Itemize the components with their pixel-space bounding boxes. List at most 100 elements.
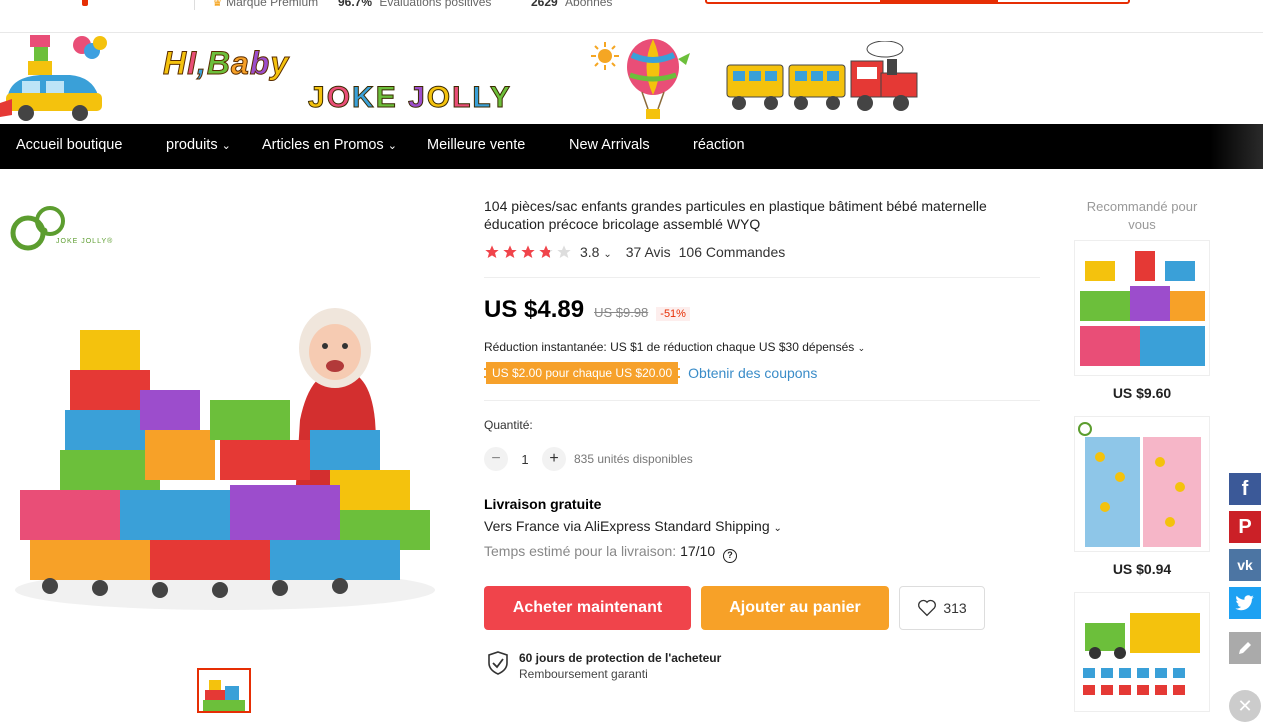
help-icon[interactable]: ?	[723, 549, 738, 563]
buy-now-button[interactable]: Acheter maintenant	[484, 586, 691, 630]
recommended-item[interactable]	[1074, 592, 1210, 712]
positive-feedback: 96.7% Évaluations positives	[338, 0, 491, 9]
banner-title: HI,Baby	[162, 45, 290, 82]
protection-title: 60 jours de protection de l'acheteur	[519, 651, 722, 665]
wishlist-button[interactable]: 313	[899, 586, 985, 630]
brand-logo: JOKE JOLLY®	[8, 205, 118, 260]
banner-subtitle: JOKE JOLLY	[308, 81, 513, 115]
get-coupons-link[interactable]: Obtenir des coupons	[688, 365, 817, 381]
delivery-estimate: Temps estimé pour la livraison: 17/10 ?	[484, 543, 738, 563]
nav-feedback[interactable]: réaction	[693, 137, 745, 153]
discount-badge: -51%	[656, 307, 690, 321]
chevron-down-icon: ⌄	[857, 343, 866, 353]
twitter-icon[interactable]	[1229, 587, 1261, 619]
product-title: 104 pièces/sac enfants grandes particule…	[484, 198, 987, 232]
increase-quantity-button[interactable]: +	[542, 447, 566, 471]
coupon-row: US $2.00 pour chaque US $20.00 Obtenir d…	[484, 362, 817, 384]
original-price: US $9.98	[594, 305, 649, 320]
nav-products[interactable]: produits ⌄	[166, 137, 231, 153]
pinterest-icon[interactable]: P	[1229, 511, 1261, 543]
recommended-title: Recommandé pour vous	[1086, 199, 1198, 232]
recommended-item[interactable]	[1074, 240, 1210, 376]
followers-count: 2629	[531, 0, 558, 9]
divider	[484, 277, 1040, 278]
quantity-label: Quantité:	[484, 418, 533, 432]
nav-label: Articles en Promos	[262, 137, 384, 153]
premium-brand-badge: ♛ Marque Premium	[212, 0, 318, 9]
nav-new-arrivals[interactable]: New Arrivals	[569, 137, 650, 153]
thumbnail-image	[203, 680, 245, 711]
rating-row: 3.8 ⌄ 37 Avis 106 Commandes	[484, 244, 785, 260]
add-to-cart-button[interactable]: Ajouter au panier	[701, 586, 889, 630]
store-search-input[interactable]	[705, 0, 1130, 4]
current-price: US $4.89	[484, 296, 585, 323]
facebook-icon[interactable]: f	[1229, 473, 1261, 505]
store-header-bar: ♛ Marque Premium 96.7% Évaluations posit…	[0, 0, 1263, 33]
nav-label: réaction	[693, 137, 745, 153]
product-thumbnail[interactable]	[197, 668, 251, 713]
heart-icon	[918, 599, 937, 617]
reviews-count[interactable]: 37 Avis	[626, 244, 671, 260]
nav-label: Accueil boutique	[16, 137, 123, 153]
decrease-quantity-button[interactable]: −	[484, 447, 508, 471]
nav-sale-items[interactable]: Articles en Promos ⌄	[262, 137, 397, 153]
protection-subtitle: Remboursement garanti	[519, 667, 648, 681]
edit-icon[interactable]	[1229, 632, 1261, 664]
nav-label: produits	[166, 137, 218, 153]
crown-icon: ♛	[212, 0, 223, 9]
delivery-label: Temps estimé pour la livraison:	[484, 543, 677, 559]
toy-train-illustration	[726, 41, 918, 111]
store-banner: HI,Baby JOKE JOLLY	[0, 33, 1263, 124]
recommended-item-price: US $9.60	[1112, 385, 1172, 401]
feedback-label: Évaluations positives	[379, 0, 492, 9]
sun-icon	[591, 42, 619, 70]
store-nav-bar: Accueil boutique produits ⌄ Articles en P…	[0, 124, 1263, 169]
vk-icon[interactable]: vk	[1229, 549, 1261, 581]
nav-edge	[1210, 124, 1263, 169]
wishlist-count: 313	[943, 600, 967, 616]
followers: 2629 Abonnés	[531, 0, 612, 9]
divider	[194, 0, 195, 10]
price-row: US $4.89 US $9.98 -51%	[484, 296, 690, 324]
shipping-method[interactable]: Vers France via AliExpress Standard Ship…	[484, 518, 782, 534]
chevron-down-icon: ⌄	[387, 140, 397, 152]
rating-stars	[484, 244, 572, 260]
shipping-title: Livraison gratuite	[484, 496, 602, 512]
divider	[484, 400, 1040, 401]
shipping-method-text: Vers France via AliExpress Standard Ship…	[484, 518, 770, 534]
star-icon	[521, 245, 535, 258]
rating-number: 3.8	[580, 244, 600, 260]
nav-store-home[interactable]: Accueil boutique	[16, 137, 122, 153]
star-icon	[557, 245, 571, 258]
hot-air-balloon-icon	[627, 39, 690, 119]
stock-available: 835 unités disponibles	[574, 452, 693, 466]
followers-label: Abonnés	[565, 0, 613, 9]
orders-count: 106 Commandes	[678, 244, 786, 260]
buyer-protection-text: 60 jours de protection de l'acheteur Rem…	[519, 651, 721, 681]
chevron-down-icon: ⌄	[603, 249, 612, 260]
rating-value[interactable]: 3.8 ⌄	[580, 244, 612, 260]
toy-car-illustration	[0, 35, 107, 121]
instant-discount-text: Réduction instantanée: US $1 de réductio…	[484, 340, 855, 354]
minus-icon: −	[491, 450, 501, 467]
store-coupon-badge: US $2.00 pour chaque US $20.00	[484, 362, 681, 384]
recommended-item-image	[1080, 251, 1205, 366]
quantity-input[interactable]: 1	[508, 452, 542, 467]
instant-discount[interactable]: Réduction instantanée: US $1 de réductio…	[484, 340, 865, 354]
premium-label: Marque Premium	[226, 0, 319, 9]
joke-jolly-logo-icon: JOKE JOLLY®	[10, 206, 113, 251]
star-icon	[485, 245, 499, 258]
chevron-down-icon: ⌄	[773, 523, 782, 534]
recommended-item[interactable]	[1074, 416, 1210, 552]
buyer-protection: 60 jours de protection de l'acheteur Rem…	[487, 651, 721, 681]
aliexpress-logo[interactable]	[82, 0, 88, 6]
nav-best-sellers[interactable]: Meilleure vente	[427, 137, 525, 153]
delivery-date: 17/10	[680, 543, 716, 559]
search-button[interactable]	[880, 0, 998, 2]
twitter-bird-glyph	[1235, 595, 1254, 611]
pencil-glyph	[1239, 642, 1251, 654]
feedback-percent: 96.7%	[338, 0, 373, 9]
product-main-image[interactable]	[10, 290, 440, 620]
svg-text:JOKE JOLLY®: JOKE JOLLY®	[56, 237, 113, 245]
close-icon[interactable]: ✕	[1229, 690, 1261, 722]
